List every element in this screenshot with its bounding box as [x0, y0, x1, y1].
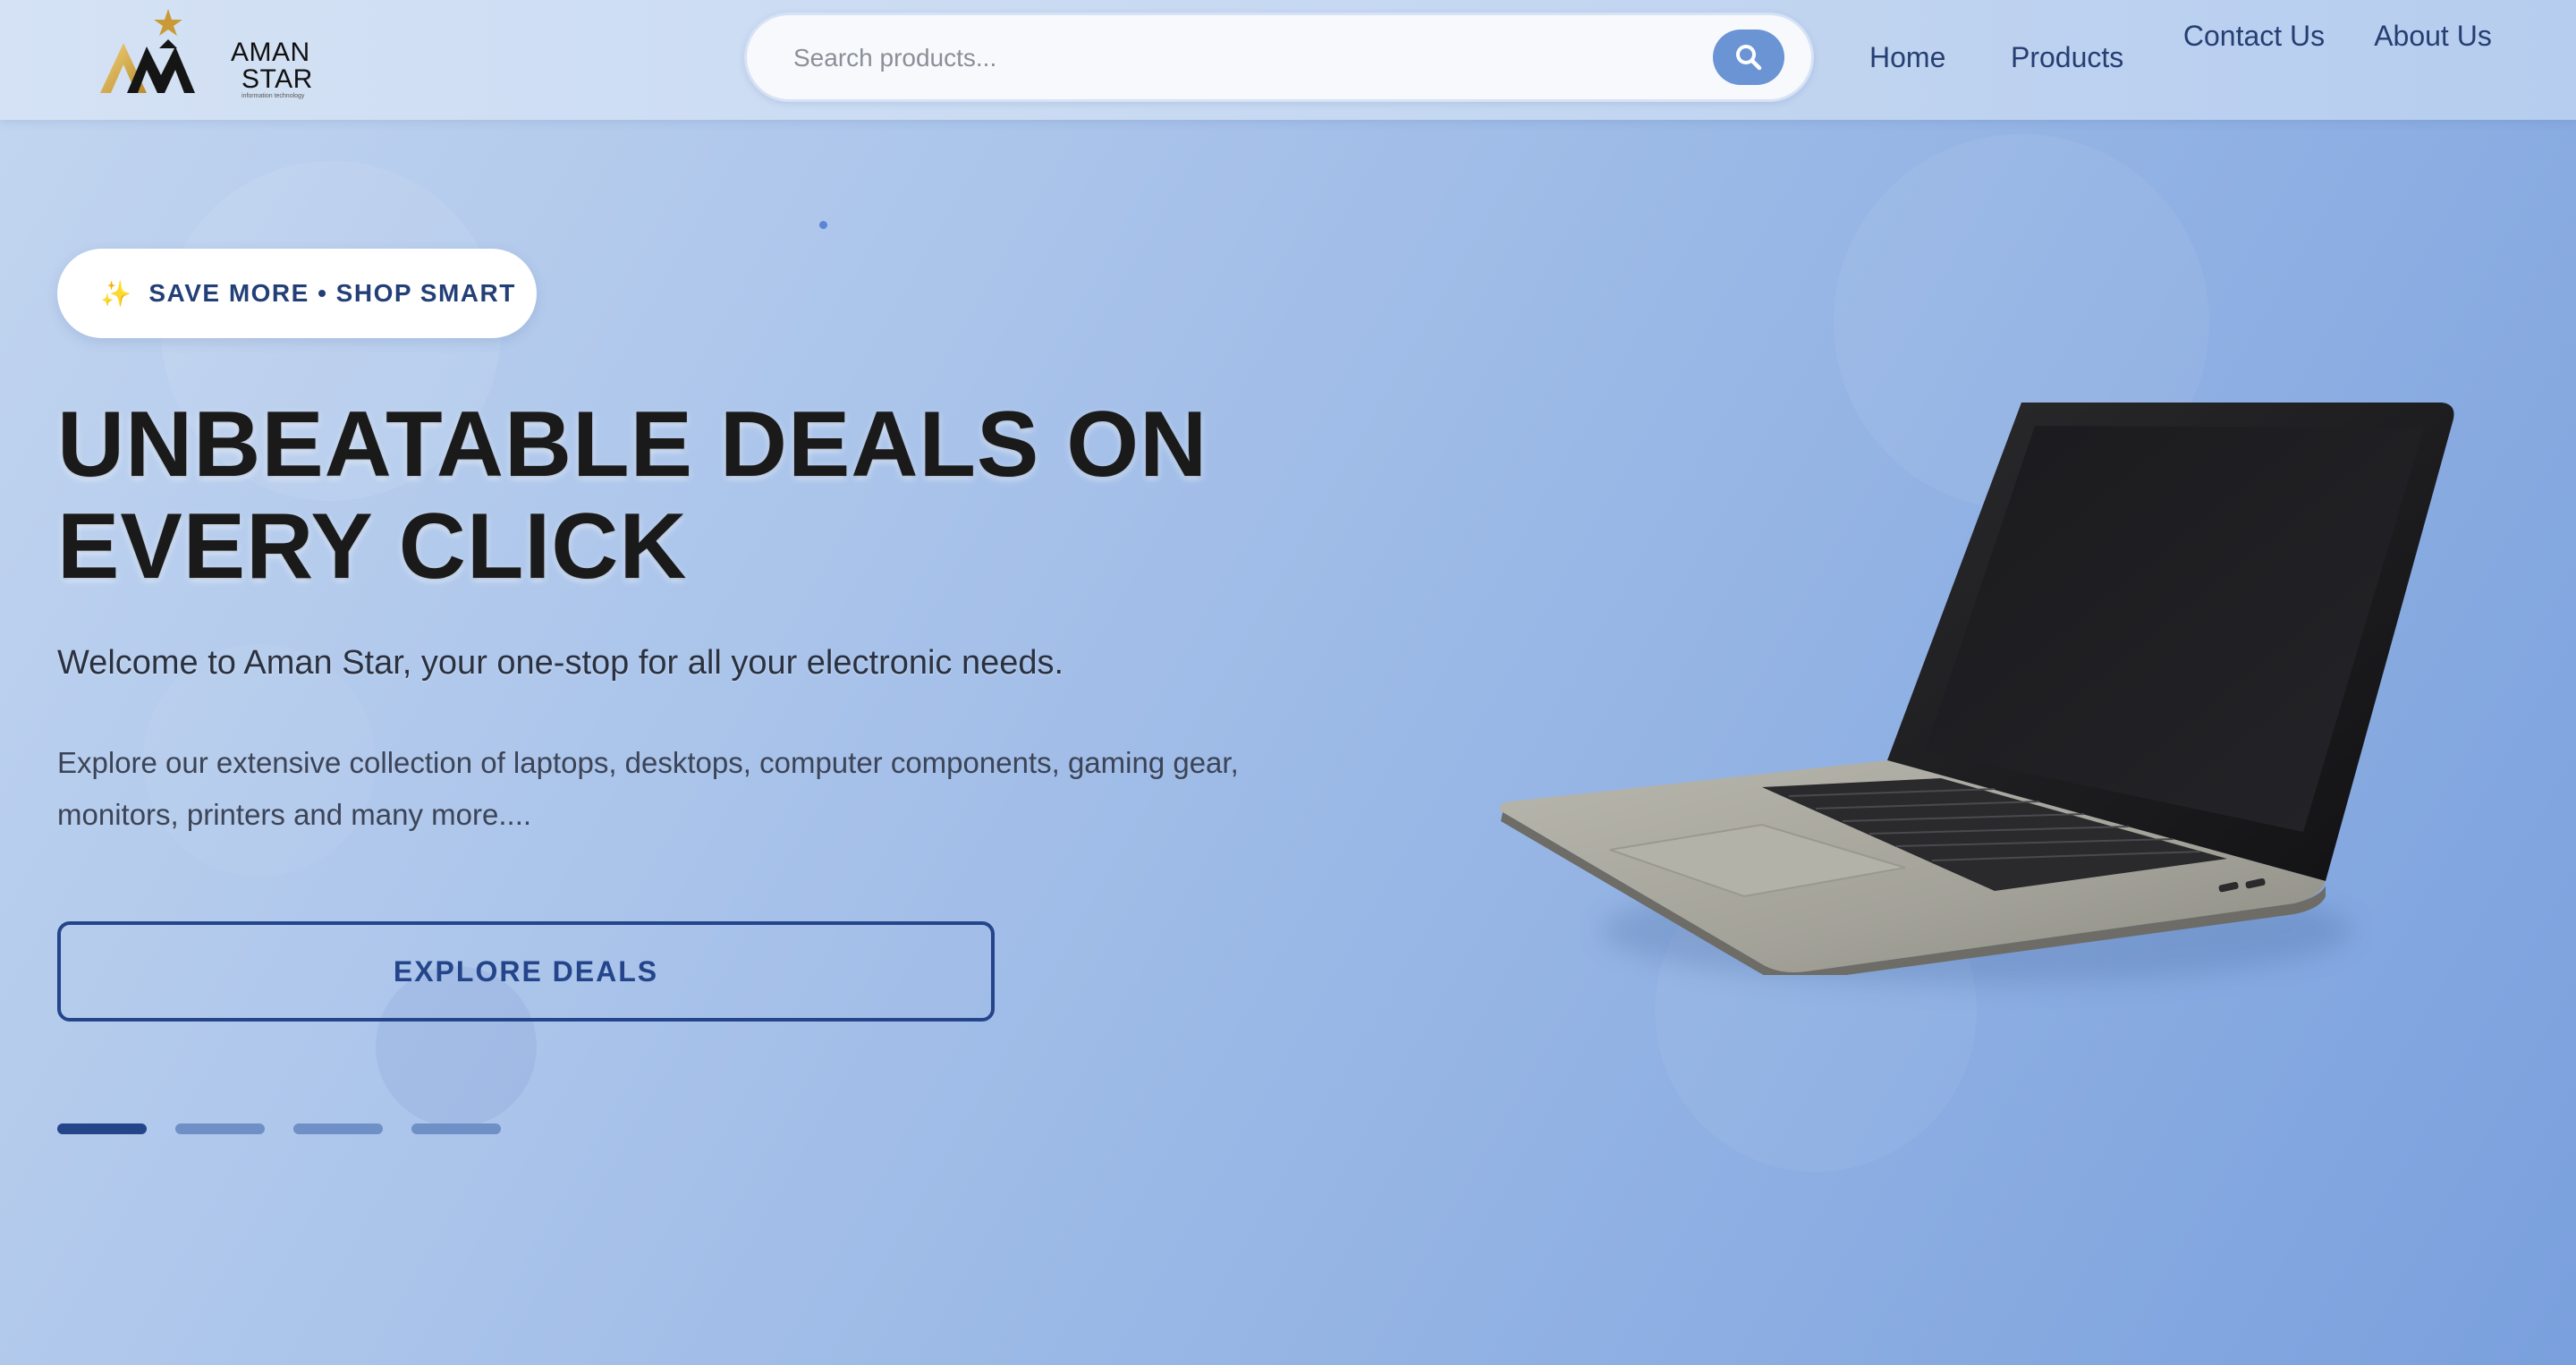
- search-bar: [744, 13, 1814, 102]
- sparkles-icon: ✨: [100, 279, 133, 308]
- mountain-star-logo-icon: [100, 9, 195, 93]
- nav-contact-us[interactable]: Contact Us: [2174, 14, 2334, 57]
- brand-name-line2: STAR: [242, 64, 313, 94]
- site-header: AMAN STAR information technology Home Pr…: [0, 0, 2576, 120]
- laptop-image: [1499, 403, 2454, 975]
- nav-home[interactable]: Home: [1869, 36, 1945, 79]
- search-icon: [1736, 45, 1762, 71]
- slide-indicator-2[interactable]: [175, 1123, 265, 1134]
- promo-badge: ✨ SAVE MORE • SHOP SMART: [57, 249, 537, 338]
- brand-logo[interactable]: AMAN STAR information technology: [97, 7, 329, 107]
- decorative-dot: [819, 221, 827, 229]
- hero-headline-line1: UNBEATABLE DEALS ON: [57, 393, 1208, 496]
- explore-deals-button[interactable]: EXPLORE DEALS: [57, 921, 995, 1022]
- slide-indicator-1[interactable]: [57, 1123, 147, 1134]
- nav-about-us[interactable]: About Us: [2361, 14, 2504, 57]
- promo-badge-label: SAVE MORE • SHOP SMART: [148, 279, 516, 307]
- brand-tagline: information technology: [242, 93, 305, 99]
- slide-indicator-4[interactable]: [411, 1123, 501, 1134]
- hero-headline: UNBEATABLE DEALS ON EVERY CLICK: [57, 394, 1309, 598]
- search-input[interactable]: [793, 38, 1670, 78]
- search-button[interactable]: [1713, 30, 1784, 85]
- brand-name: AMAN STAR: [231, 39, 313, 93]
- slide-indicator-3[interactable]: [293, 1123, 383, 1134]
- brand-name-line1: AMAN: [231, 38, 310, 67]
- hero-subheading: Welcome to Aman Star, your one-stop for …: [57, 644, 1064, 682]
- hero-headline-line2: EVERY CLICK: [57, 495, 688, 598]
- hero-description: Explore our extensive collection of lapt…: [57, 746, 1239, 831]
- slide-indicators: [57, 1123, 501, 1134]
- nav-products[interactable]: Products: [2011, 36, 2123, 79]
